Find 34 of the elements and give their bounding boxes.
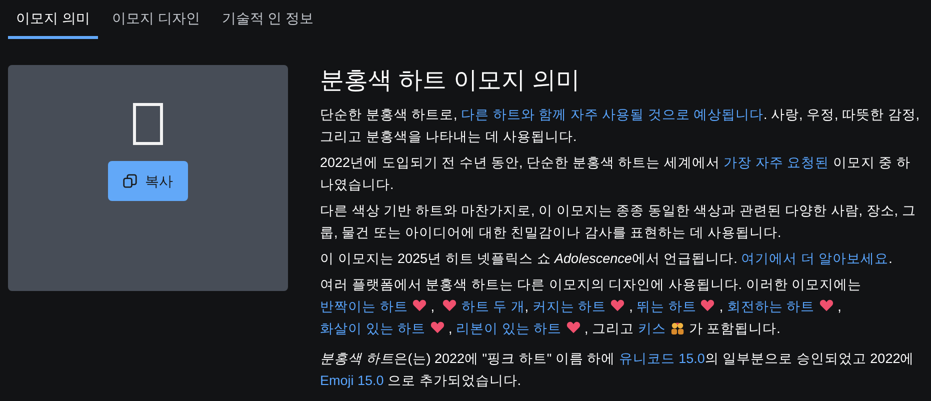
tab[interactable]: 기술적 인 정보 (214, 6, 322, 39)
paragraph: 단순한 분홍색 하트로, 다른 하트와 함께 자주 사용될 것으로 예상됩니다. 사랑, 우정, 따뜻한 감정, 그리고 분홍색을 나타내는 데 사용됩니다. (320, 106, 921, 146)
text-link[interactable]: Emoji 15.0 (320, 373, 384, 388)
text-link[interactable]: 유니코드 15.0 (618, 351, 705, 366)
couple-icon (670, 320, 685, 335)
text-link[interactable]: 다른 하트와 함께 자주 사용될 것으로 예상됩니다 (461, 107, 764, 122)
text-link[interactable]: 뛰는 하트 (636, 299, 696, 314)
heart-icon (566, 320, 581, 335)
page-title: 분홍색 하트 이모지 의미 (320, 66, 582, 96)
paragraph: 이 이모지는 2025년 히트 넷플릭스 쇼 Adolescence에서 언급됩니다. 여기에서 더 알아보세요. (320, 250, 894, 268)
text-link[interactable]: 회전하는 하트 (726, 299, 815, 314)
text-link[interactable]: 리본이 있는 하트 (456, 321, 562, 336)
text-link[interactable]: 화살이 있는 하트 (320, 321, 426, 336)
heart-icon (700, 298, 716, 313)
tab[interactable]: 이모지 의미 (8, 6, 98, 39)
copy-icon (123, 174, 137, 188)
text-link[interactable]: 키스 (638, 321, 666, 336)
text-link[interactable]: 하트 두 개 (461, 299, 525, 314)
text-link[interactable]: 여기에서 더 알아보세요 (741, 251, 889, 266)
paragraph: 2022년에 도입되기 전 수년 동안, 단순한 분홍색 하트는 세계에서 가장 자주 요청된 이모지 중 하나였습니다. (320, 154, 912, 194)
copy-button[interactable]: 복사 (108, 161, 188, 201)
heart-icon (442, 298, 458, 313)
heart-icon (818, 298, 834, 313)
tab[interactable]: 이모지 디자인 (104, 6, 208, 39)
heart-icon (430, 320, 445, 335)
heart-icon (412, 298, 427, 313)
text-link[interactable]: 커지는 하트 (532, 299, 606, 314)
missing-glyph-icon (133, 103, 163, 145)
paragraph: 여러 플랫폼에서 분홍색 하트는 다른 이모지의 디자인에 사용됩니다. 이러한 이모지에는 반짝이는 하트 , 하트 두 개, 커지는 하트 , 뛰는 하트 , 회전하는 하트 , 화살이 있는 하트 , 리본이 있는 하트 , 그리고 키스 가 포함됩니다. (320, 276, 863, 338)
text-link[interactable]: 반짝이는 하트 (320, 299, 408, 314)
text-link[interactable]: 가장 자주 요청된 (724, 155, 830, 170)
paragraph: 다른 색상 기반 하트와 마찬가지로, 이 이모지는 종종 동일한 색상과 관련된 다양한 사람, 장소, 그룹, 물건 또는 아이디어에 대한 친밀감이나 감사를 표현하는 데 사용됩니다. (320, 202, 917, 242)
heart-icon (610, 298, 626, 313)
paragraph: 분홍색 하트은(는) 2022에 "핑크 하트" 이름 하에 유니코드 15.0의 일부분으로 승인되었고 2022에 Emoji 15.0 으로 추가되었습니다. (320, 350, 916, 390)
